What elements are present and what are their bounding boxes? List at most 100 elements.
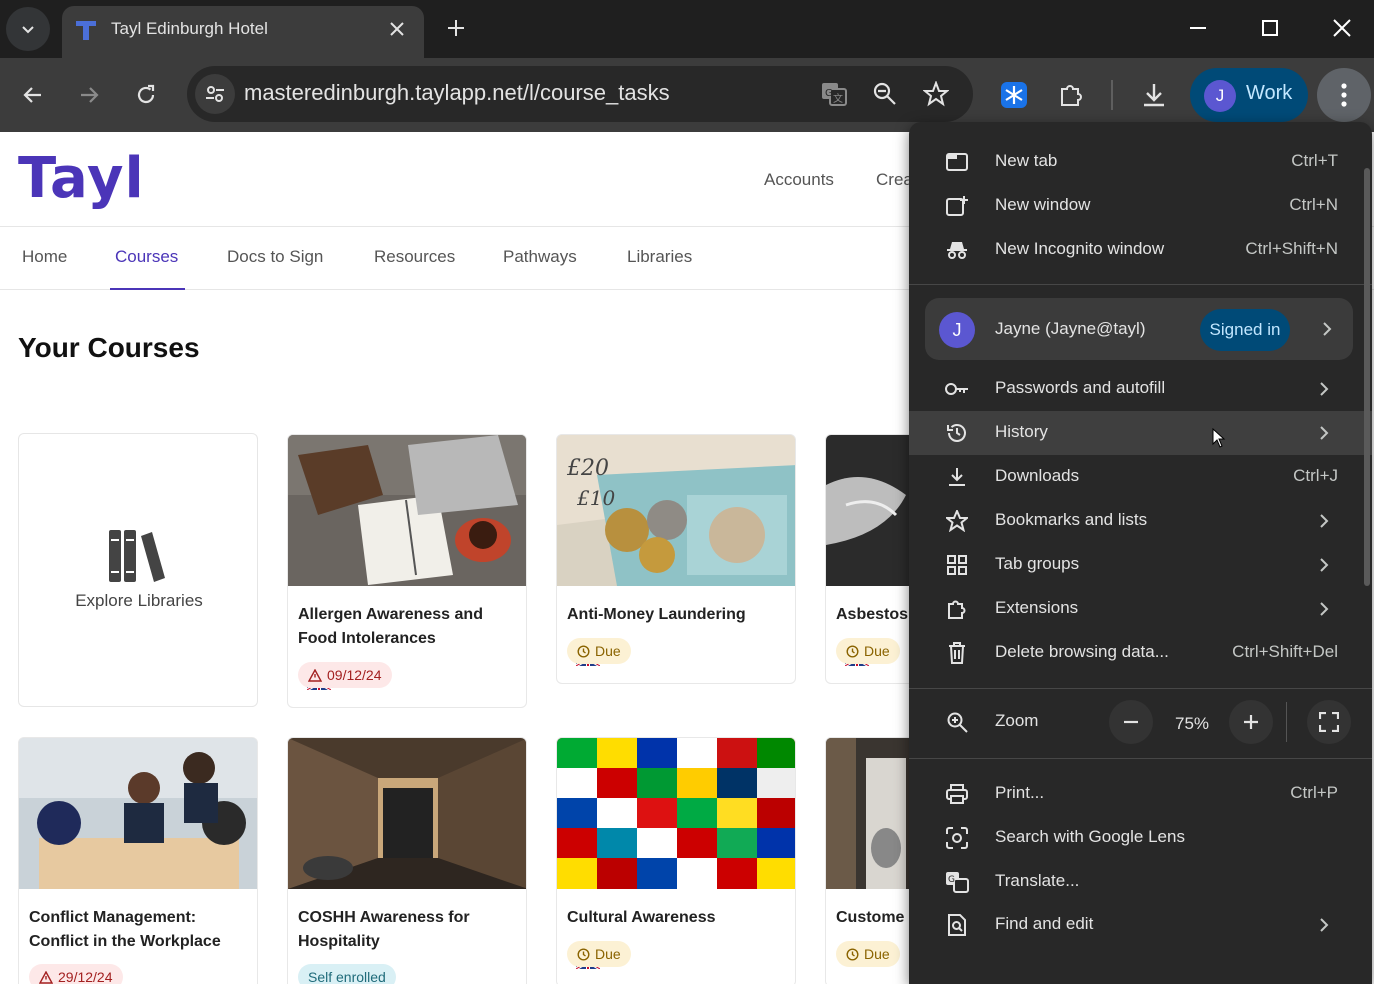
explore-libraries-card[interactable]: Explore Libraries — [18, 433, 258, 707]
url-text[interactable]: masteredinburgh.taylapp.net/l/course_tas… — [244, 80, 670, 106]
menu-item-delete-browsing-data[interactable]: Delete browsing data... Ctrl+Shift+Del — [909, 631, 1372, 675]
zoom-in-button[interactable] — [1229, 700, 1273, 744]
zoom-in-icon — [945, 710, 969, 734]
status-text: 09/12/24 — [327, 667, 382, 683]
tab-strip: Tayl Edinburgh Hotel — [0, 0, 1374, 58]
course-card-coshh[interactable]: COSHH Awareness for Hospitality Self enr… — [287, 737, 527, 984]
course-title: Cultural Awareness — [567, 909, 716, 926]
maximize-button[interactable] — [1248, 8, 1292, 48]
menu-label: New Incognito window — [995, 239, 1165, 258]
lens-icon — [945, 826, 969, 850]
subnav-resources[interactable]: Resources — [374, 247, 455, 267]
chevron-right-icon — [1314, 599, 1334, 619]
account-row[interactable]: J Jayne (Jayne@tayl) Signed in — [925, 298, 1353, 360]
translate-page-button[interactable]: G文 — [818, 78, 850, 110]
forward-button[interactable] — [69, 75, 109, 115]
course-image-flags — [557, 738, 795, 889]
menu-shortcut: Ctrl+Shift+N — [1245, 239, 1338, 258]
status-badge: Due — [836, 941, 900, 967]
star-icon — [923, 81, 949, 107]
downloads-button[interactable] — [1135, 76, 1173, 114]
svg-text:文: 文 — [833, 92, 843, 105]
menu-item-print[interactable]: Print... Ctrl+P — [909, 772, 1372, 816]
minimize-button[interactable] — [1176, 8, 1220, 48]
reload-button[interactable] — [126, 75, 166, 115]
menu-item-find-and-edit[interactable]: Find and edit — [909, 903, 1372, 947]
header-link-create[interactable]: Crea — [876, 170, 913, 190]
zoom-indicator-button[interactable] — [869, 78, 901, 110]
course-card-allergen[interactable]: Allergen Awareness and Food Intolerances… — [287, 434, 527, 708]
menu-item-translate[interactable]: G Translate... — [909, 860, 1372, 904]
chevron-right-icon — [1317, 319, 1337, 339]
course-card-anti-money-laundering[interactable]: £20 £10 Anti-Money Laundering Due — [556, 434, 796, 684]
subnav-libraries[interactable]: Libraries — [627, 247, 692, 267]
address-bar[interactable]: masteredinburgh.taylapp.net/l/course_tas… — [187, 66, 973, 122]
menu-divider — [909, 284, 1372, 285]
clock-icon — [577, 644, 590, 658]
mouse-cursor-icon — [1212, 428, 1226, 448]
menu-item-tab-groups[interactable]: Tab groups — [909, 543, 1372, 587]
zoom-out-button[interactable] — [1109, 700, 1153, 744]
history-icon — [945, 421, 969, 445]
menu-item-new-incognito[interactable]: New Incognito window Ctrl+Shift+N — [909, 228, 1372, 272]
subnav-docs-to-sign[interactable]: Docs to Sign — [227, 247, 323, 267]
menu-label: Find and edit — [995, 914, 1094, 933]
menu-item-extensions[interactable]: Extensions — [909, 587, 1372, 631]
subnav-home[interactable]: Home — [22, 247, 67, 267]
arrow-right-icon — [81, 87, 99, 103]
tab-title: Tayl Edinburgh Hotel — [111, 19, 268, 38]
tayl-favicon-icon — [76, 21, 96, 40]
status-text: Due — [864, 946, 890, 962]
subnav-pathways[interactable]: Pathways — [503, 247, 577, 267]
status-badge: Due — [567, 638, 631, 664]
back-button[interactable] — [13, 75, 53, 115]
subnav-courses[interactable]: Courses — [115, 247, 178, 267]
zoom-level: 75% — [1175, 714, 1210, 733]
course-image-notebook — [288, 435, 526, 586]
clock-icon — [577, 947, 590, 961]
tayl-logo[interactable]: Tayl — [18, 146, 145, 211]
profile-button[interactable]: J Work — [1190, 68, 1308, 122]
course-card-conflict-management[interactable]: Conflict Management: Conflict in the Wor… — [18, 737, 258, 984]
puzzle-icon — [945, 597, 969, 621]
header-link-accounts[interactable]: Accounts — [764, 170, 834, 190]
close-icon — [1333, 19, 1351, 37]
menu-item-downloads[interactable]: Downloads Ctrl+J — [909, 455, 1372, 499]
avatar: J — [1204, 80, 1236, 112]
warning-icon — [39, 970, 53, 984]
menu-label: Search with Google Lens — [995, 827, 1185, 846]
close-window-button[interactable] — [1320, 8, 1364, 48]
extensions-menu-button[interactable] — [1052, 76, 1090, 114]
menu-scrollbar[interactable] — [1364, 168, 1370, 586]
svg-text:G: G — [825, 88, 833, 99]
menu-item-bookmarks[interactable]: Bookmarks and lists — [909, 499, 1372, 543]
signed-in-chip[interactable]: Signed in — [1200, 309, 1290, 351]
zoom-out-icon — [873, 82, 896, 105]
puzzle-icon — [1061, 85, 1082, 106]
status-text: Due — [595, 946, 621, 962]
menu-label: Extensions — [995, 598, 1079, 617]
fullscreen-icon — [1319, 712, 1339, 732]
bookmark-star-button[interactable] — [920, 78, 952, 110]
menu-item-history[interactable]: History — [909, 411, 1372, 455]
course-card-cultural-awareness[interactable]: Cultural Awareness Due — [556, 737, 796, 984]
new-tab-button[interactable] — [440, 12, 472, 44]
menu-divider — [909, 688, 1372, 689]
course-image-money: £20 £10 — [557, 435, 795, 586]
close-tab-button[interactable] — [384, 16, 410, 42]
menu-shortcut: Ctrl+J — [1293, 466, 1338, 485]
menu-item-passwords[interactable]: Passwords and autofill — [909, 367, 1372, 411]
site-info-button[interactable] — [195, 74, 235, 114]
tab-search-button[interactable] — [6, 7, 50, 51]
chevron-right-icon — [1314, 423, 1334, 443]
fullscreen-button[interactable] — [1307, 700, 1351, 744]
active-tab[interactable]: Tayl Edinburgh Hotel — [62, 6, 424, 58]
extension-button[interactable] — [995, 76, 1033, 114]
menu-item-new-window[interactable]: New window Ctrl+N — [909, 184, 1372, 228]
translate-icon: G — [945, 870, 969, 894]
chrome-menu-button[interactable] — [1317, 68, 1371, 122]
menu-item-google-lens[interactable]: Search with Google Lens — [909, 816, 1372, 860]
menu-item-new-tab[interactable]: New tab Ctrl+T — [909, 140, 1372, 184]
close-icon — [390, 22, 404, 36]
minimize-icon — [1190, 27, 1206, 29]
